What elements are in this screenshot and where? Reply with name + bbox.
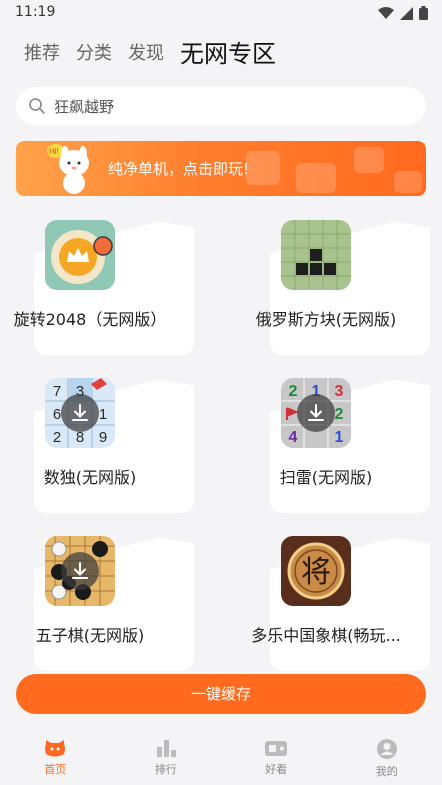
download-icon bbox=[72, 562, 88, 579]
promo-banner[interactable]: Hi! 纯净单机，点击即玩! bbox=[16, 141, 426, 196]
game-card[interactable]: 俄罗斯方块(无网版) bbox=[236, 210, 430, 355]
top-tabs: 推荐 分类 发现 无网专区 bbox=[24, 38, 276, 70]
search-bar[interactable] bbox=[16, 87, 426, 125]
tab-recommend[interactable]: 推荐 bbox=[24, 38, 60, 70]
sudoku-icon: 7 3 6 1 2 8 9 bbox=[45, 378, 115, 448]
sudoku-digit: 9 bbox=[99, 429, 107, 446]
mine-digit: 2 bbox=[335, 406, 344, 423]
bottom-nav: 首页 排行 好看 我的 bbox=[0, 728, 442, 785]
tab-discover[interactable]: 发现 bbox=[128, 38, 164, 70]
signal-icon bbox=[400, 6, 413, 20]
chinese-chess-icon: 将 bbox=[281, 536, 351, 606]
mine-digit: 2 bbox=[289, 383, 298, 400]
sudoku-digit: 1 bbox=[99, 406, 107, 423]
nav-item-ranking[interactable]: 排行 bbox=[111, 728, 222, 785]
status-bar: 11:19 bbox=[0, 0, 442, 26]
game-name: 扫雷(无网版) bbox=[279, 468, 373, 487]
tetris-icon bbox=[281, 220, 351, 290]
sudoku-digit: 2 bbox=[53, 429, 61, 446]
game-name: 五子棋(无网版) bbox=[35, 626, 145, 645]
search-input[interactable] bbox=[52, 96, 396, 116]
chess-glyph: 将 bbox=[301, 555, 331, 590]
battery-icon bbox=[419, 6, 428, 20]
home-icon bbox=[45, 740, 66, 757]
mine-digit: 3 bbox=[335, 383, 344, 400]
rotate-2048-icon bbox=[45, 220, 115, 290]
wifi-icon bbox=[378, 6, 394, 19]
tab-offline-zone[interactable]: 无网专区 bbox=[180, 38, 276, 70]
download-icon bbox=[72, 404, 88, 421]
game-card[interactable]: 旋转2048（无网版） bbox=[0, 210, 194, 355]
download-button[interactable] bbox=[61, 552, 99, 590]
ranking-icon bbox=[156, 740, 176, 757]
sudoku-digit: 6 bbox=[53, 406, 61, 423]
nav-label: 好看 bbox=[265, 763, 288, 776]
game-name: 俄罗斯方块(无网版) bbox=[255, 310, 397, 329]
nav-item-profile[interactable]: 我的 bbox=[332, 728, 442, 785]
game-card[interactable]: 2 1 3 2 4 1 扫雷(无网版) bbox=[236, 368, 430, 513]
tab-category[interactable]: 分类 bbox=[76, 38, 112, 70]
mascot-icon: Hi! bbox=[47, 144, 89, 194]
status-icons bbox=[378, 6, 428, 20]
game-name: 旋转2048（无网版） bbox=[13, 310, 167, 329]
banner-text: 纯净单机，点击即玩! bbox=[108, 160, 250, 178]
game-name: 数独(无网版) bbox=[43, 468, 137, 487]
game-name: 多乐中国象棋(畅玩... bbox=[251, 626, 401, 645]
nav-label: 我的 bbox=[375, 765, 398, 778]
minesweeper-icon: 2 1 3 2 4 1 bbox=[281, 378, 351, 448]
profile-icon bbox=[376, 739, 397, 759]
banner-decoration bbox=[246, 147, 422, 193]
nav-item-home[interactable]: 首页 bbox=[0, 728, 111, 785]
nav-item-video[interactable]: 好看 bbox=[221, 728, 332, 785]
status-time: 11:19 bbox=[15, 4, 56, 20]
game-card[interactable]: 五子棋(无网版) bbox=[0, 526, 194, 671]
download-button[interactable] bbox=[61, 394, 99, 432]
download-button[interactable] bbox=[297, 394, 335, 432]
mine-digit: 4 bbox=[289, 429, 298, 446]
nav-label: 首页 bbox=[44, 763, 67, 776]
mine-digit: 1 bbox=[335, 429, 344, 446]
mascot-badge-text: Hi! bbox=[49, 147, 59, 156]
gomoku-icon bbox=[45, 536, 115, 606]
search-icon bbox=[29, 98, 45, 114]
download-icon bbox=[308, 404, 324, 421]
sudoku-digit: 7 bbox=[53, 383, 61, 400]
nav-label: 排行 bbox=[154, 763, 177, 776]
game-card[interactable]: 7 3 6 1 2 8 9 数独(无网版) bbox=[0, 368, 194, 513]
video-icon bbox=[265, 741, 288, 756]
game-card[interactable]: 将 多乐中国象棋(畅玩... bbox=[236, 526, 430, 671]
cache-all-button[interactable]: 一键缓存 bbox=[16, 674, 426, 714]
